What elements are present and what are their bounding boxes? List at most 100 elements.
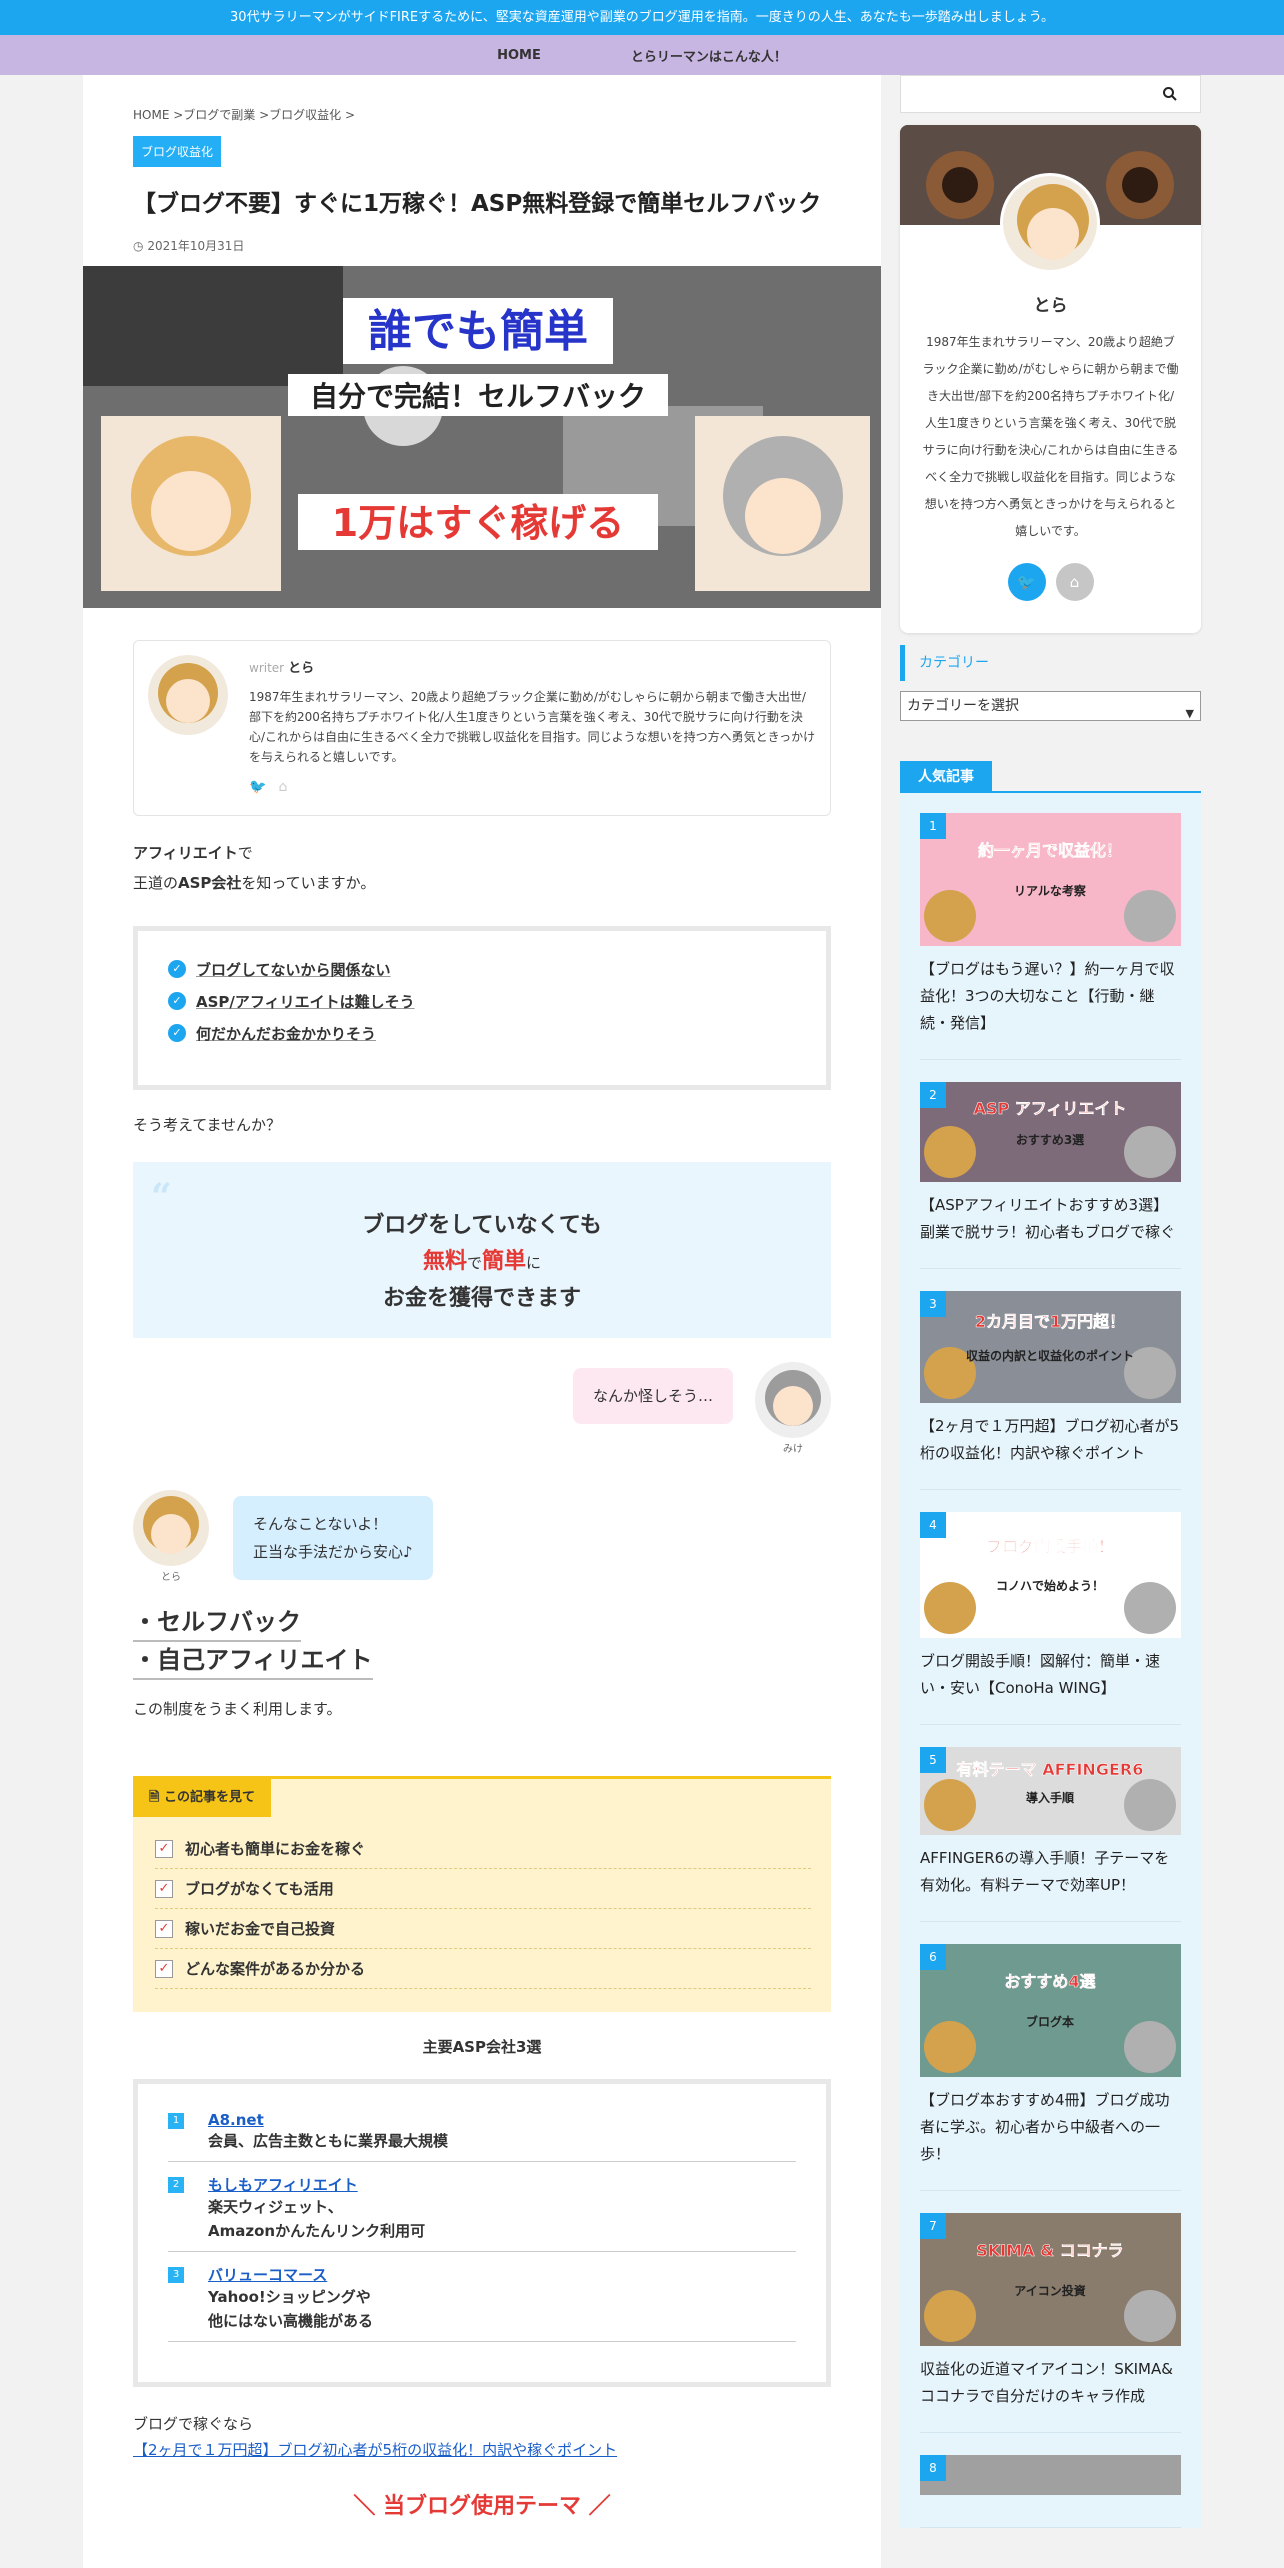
heading-selfback: ・セルフバック	[133, 1604, 301, 1642]
popular-item-title[interactable]: 【ASPアフィリエイトおすすめ3選】副業で脱サラ！初心者もブログで稼ぐ	[920, 1192, 1181, 1246]
popular-title: 人気記事	[900, 761, 992, 793]
asp-link-valuecommerce[interactable]: バリューコマース	[208, 2266, 327, 2284]
popular-item[interactable]: 3 2カ月目で1万円超！ 収益の内訳と収益化のポイント【2ヶ月で１万円超】ブログ初心…	[920, 1291, 1181, 1490]
quote-de: で	[466, 1254, 482, 1272]
highlight-quote: “ ブログをしていなくても 無料で簡単に お金を獲得できます	[133, 1162, 831, 1338]
popular-thumbnail[interactable]: 約一ヶ月で収益化！ リアルな考察	[920, 813, 1181, 946]
popular-item-title[interactable]: 【ブログ本おすすめ4冊】ブログ成功者に学ぶ。初心者から中級者への一歩！	[920, 2087, 1181, 2168]
check-icon: ✓	[168, 992, 186, 1010]
home-icon[interactable]: ⌂	[1055, 563, 1094, 601]
popular-item[interactable]: 5 有料テーマ AFFINGER6 導入手順 AFFINGER6の導入手順！子テーマを…	[920, 1747, 1181, 1922]
asp-item: 3 バリューコマース Yahoo!ショッピングや 他にはない高機能がある	[168, 2252, 796, 2342]
rank-badge: 1	[920, 813, 946, 839]
popular-item[interactable]: 4 ブログ開設手順！ コノハで始めよう！ ブログ開設手順！図解付：簡単・速い・安い【C…	[920, 1512, 1181, 1725]
checklist-item: ✓ ASP/アフィリエイトは難しそう	[168, 985, 796, 1017]
twitter-icon[interactable]: 🐦	[1007, 563, 1046, 601]
related-article-link[interactable]: 【2ヶ月で１万円超】ブログ初心者が5桁の収益化！内訳や稼ぐポイント	[133, 2441, 617, 2459]
chat-tora: とら そんなことないよ！ 正当な手法だから安心♪	[83, 1490, 881, 1590]
post-date: ◷ 2021年10月31日	[133, 237, 831, 254]
breadcrumb[interactable]: HOME >ブログで副業 >ブログ収益化 >	[133, 75, 831, 123]
popular-item[interactable]: 7 SKIMA & ココナラ アイコン投資 収益化の近道マイアイコン！SKIMA&ココ…	[920, 2213, 1181, 2433]
search-input[interactable]	[900, 75, 1201, 113]
check-icon: ✓	[168, 1024, 186, 1042]
home-icon[interactable]: ⌂	[278, 779, 287, 795]
quote-line3: お金を獲得できます	[382, 1286, 581, 1311]
nav-home[interactable]: HOME	[497, 48, 541, 63]
popular-item[interactable]: 1 約一ヶ月で収益化！ リアルな考察【ブログはもう遅い？】約一ヶ月で収益化！3つの大…	[920, 813, 1181, 1060]
popular-list: 1 約一ヶ月で収益化！ リアルな考察【ブログはもう遅い？】約一ヶ月で収益化！3つの大…	[900, 793, 1201, 2528]
popular-thumbnail[interactable]: ブログ開設手順！ コノハで始めよう！	[920, 1512, 1181, 1638]
popular-item[interactable]: 2 ASP アフィリエイト おすすめ3選 【ASPアフィリエイトおすすめ3選】副業で脱…	[920, 1082, 1181, 1269]
quote-free: 無料	[422, 1249, 467, 1274]
twitter-icon[interactable]: 🐦	[249, 779, 266, 795]
intro-post2: を知っていますか。	[241, 874, 376, 892]
mike-name: みけ	[783, 1444, 803, 1455]
asp-item: 1 A8.net 会員、広告主数ともに業界最大規模	[168, 2098, 796, 2162]
memo-item: ✓ 稼いだお金で自己投資	[155, 1909, 811, 1949]
asp-link-moshimo[interactable]: もしもアフィリエイト	[208, 2176, 358, 2194]
memo-tag: 🗎 この記事を見て	[133, 1779, 271, 1817]
author-box: writer とら 1987年生まれサラリーマン、20歳より超絶ブラック企業に勤め…	[133, 640, 831, 816]
popular-item[interactable]: 8	[920, 2455, 1181, 2528]
popular-thumbnail[interactable]: 2カ月目で1万円超！ 収益の内訳と収益化のポイント	[920, 1291, 1181, 1403]
thumb-subtitle: 導入手順	[1026, 1790, 1075, 1805]
rank-badge: 5	[920, 1747, 946, 1773]
memo-item: ✓ 初心者も簡単にお金を稼ぐ	[155, 1829, 811, 1869]
profile-name: とら	[1033, 296, 1068, 316]
checklist-text: 何だかんだお金かかりそう	[196, 1024, 377, 1043]
search-icon[interactable]	[1162, 86, 1178, 102]
checkbox-icon: ✓	[155, 1919, 173, 1938]
thumb-title: 2カ月目で1万円超！	[975, 1312, 1125, 1331]
asp-desc: 会員、広告主数ともに業界最大規模	[208, 2132, 449, 2150]
checkbox-icon: ✓	[155, 1879, 173, 1898]
asp-link-a8[interactable]: A8.net	[208, 2111, 264, 2129]
asp-list-box: 1 A8.net 会員、広告主数ともに業界最大規模 2 もしもアフィリエイト 楽…	[133, 2079, 831, 2387]
popular-thumbnail[interactable]: 有料テーマ AFFINGER6 導入手順	[920, 1747, 1181, 1835]
nav-about[interactable]: とらリーマンはこんな人！	[631, 46, 787, 65]
popular-thumbnail[interactable]: SKIMA & ココナラアイコン投資	[920, 2213, 1181, 2346]
popular-item-title[interactable]: ブログ開設手順！図解付：簡単・速い・安い【ConoHa WING】	[920, 1648, 1181, 1702]
thumb-title: SKIMA & ココナラ	[976, 2241, 1123, 2260]
popular-thumbnail[interactable]: おすすめ4選ブログ本	[920, 1944, 1181, 2077]
author-avatar	[148, 655, 228, 735]
thumb-subtitle: コノハで始めよう！	[996, 1578, 1104, 1593]
thumb-title: 有料テーマ AFFINGER6	[957, 1760, 1144, 1779]
category-badge[interactable]: ブログ収益化	[133, 136, 222, 167]
date-text: 2021年10月31日	[147, 239, 245, 253]
mike-avatar	[755, 1362, 831, 1438]
memo-tag-text: この記事を見て	[163, 1790, 255, 1805]
popular-item-title[interactable]: 収益化の近道マイアイコン！SKIMA&ココナラで自分だけのキャラ作成	[920, 2356, 1181, 2410]
clock-icon: ◷	[133, 239, 144, 253]
popular-item-title[interactable]: 【2ヶ月で１万円超】ブログ初心者が5桁の収益化！内訳や稼ぐポイント	[920, 1413, 1181, 1467]
popular-item-title[interactable]: AFFINGER6の導入手順！子テーマを有効化。有料テーマで効率UP！	[920, 1845, 1181, 1899]
memo-item-text: どんな案件があるか分かる	[185, 1960, 366, 1978]
popular-header: 人気記事	[900, 761, 1201, 793]
asp-num: 1	[168, 2113, 184, 2129]
thumb-title: 約一ヶ月で収益化！	[978, 841, 1122, 860]
document-icon: 🗎	[149, 1790, 160, 1805]
thumb-subtitle: リアルな考察	[1014, 883, 1087, 898]
profile-bio: 1987年生まれサラリーマン、20歳より超絶ブラック企業に勤め/がむしゃらに朝か…	[922, 335, 1179, 538]
rank-badge: 3	[920, 1291, 946, 1317]
popular-thumbnail[interactable]: ASP アフィリエイトおすすめ3選	[920, 1082, 1181, 1182]
asp-desc: 楽天ウィジェット、	[208, 2198, 343, 2216]
asp-section-title: 主要ASP会社3選	[422, 2038, 542, 2056]
popular-item[interactable]: 6 おすすめ4選 ブログ本 【ブログ本おすすめ4冊】ブログ成功者に学ぶ。初心者から中級…	[920, 1944, 1181, 2191]
quote-easy: 簡単	[482, 1249, 527, 1274]
checklist-text: ASP/アフィリエイトは難しそう	[196, 992, 415, 1011]
intro-bold2: ASP会社	[178, 874, 242, 892]
category-select[interactable]: カテゴリーを選択 ▼	[900, 691, 1201, 721]
intro-pre2: 王道の	[133, 874, 179, 892]
checklist-text: ブログしてないから関係ない	[196, 960, 391, 979]
quote-ni: に	[526, 1254, 542, 1272]
checklist-item: ✓ 何だかんだお金かかりそう	[168, 1017, 796, 1049]
theme-heading-text: 当ブログ使用テーマ	[382, 2494, 581, 2519]
checkbox-icon: ✓	[155, 1839, 173, 1858]
popular-item-title[interactable]: 【ブログはもう遅い？】約一ヶ月で収益化！3つの大切なこと【行動・継続・発信】	[920, 956, 1181, 1037]
article-title: 【ブログ不要】すぐに1万稼ぐ！ASP無料登録で簡単セルフバック	[133, 191, 822, 217]
asp-item: 2 もしもアフィリエイト 楽天ウィジェット、 Amazonかんたんリンク利用可	[168, 2162, 796, 2252]
category-select-value: カテゴリーを選択	[907, 698, 1019, 714]
memo-list: ✓ 初心者も簡単にお金を稼ぐ ✓ ブログがなくても活用 ✓ 稼いだお金で自己投資 ✓ ど…	[155, 1829, 811, 1989]
author-bio: 1987年生まれサラリーマン、20歳より超絶ブラック企業に勤め/がむしゃらに朝か…	[249, 690, 816, 764]
popular-thumbnail[interactable]	[920, 2455, 1181, 2495]
